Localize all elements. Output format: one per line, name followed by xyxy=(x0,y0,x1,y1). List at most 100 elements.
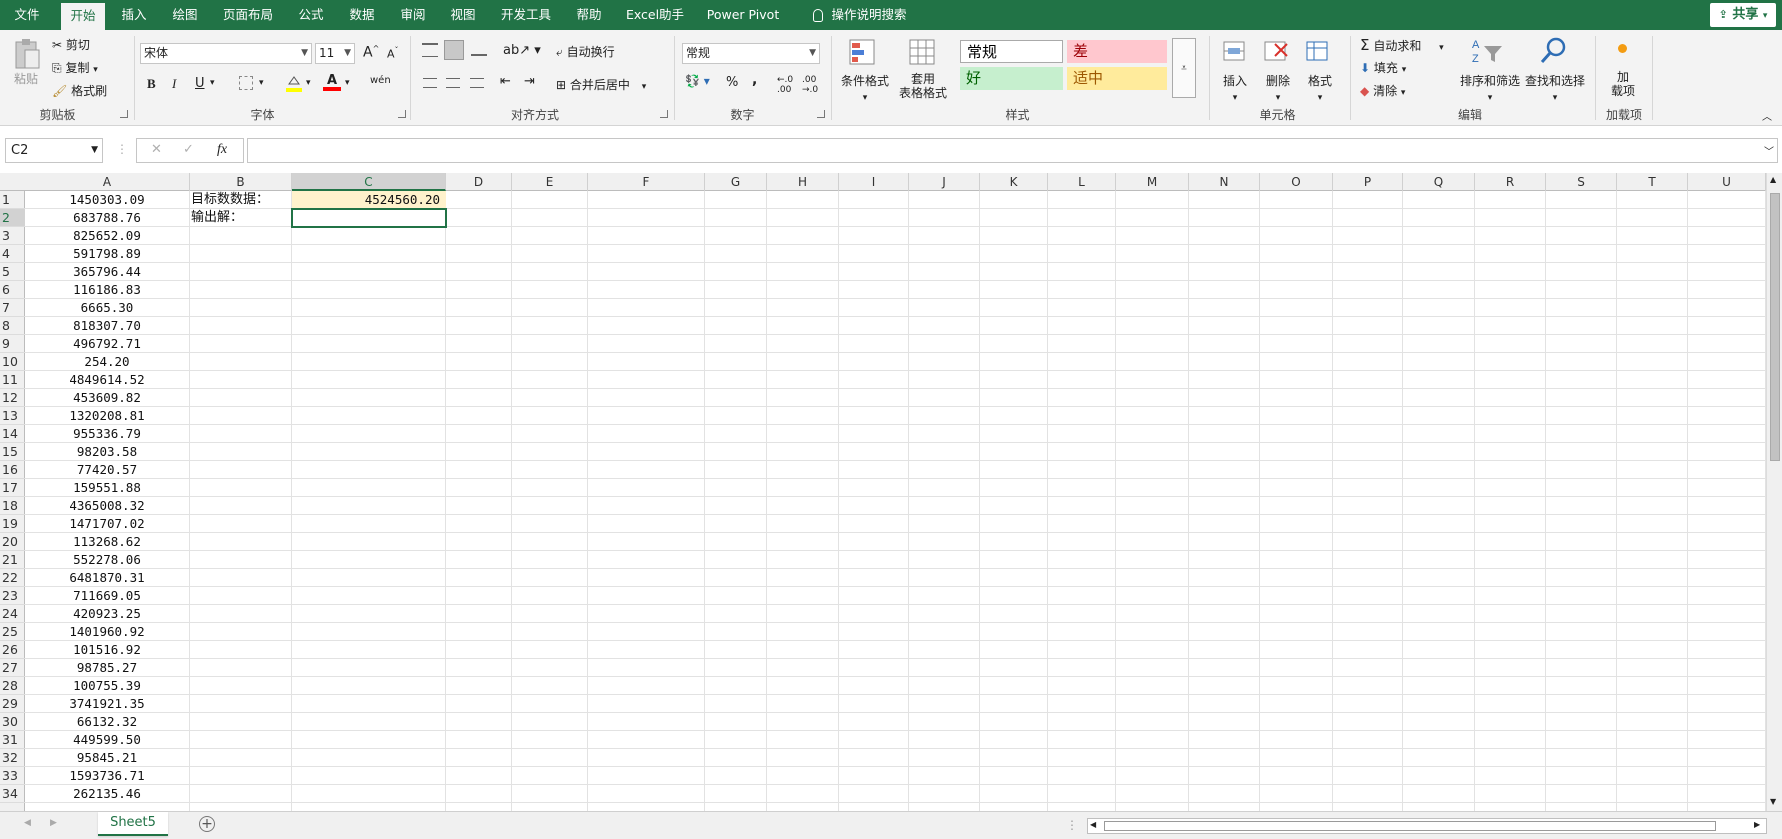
align-top-icon[interactable] xyxy=(422,43,438,57)
scroll-left-icon[interactable]: ◀ xyxy=(1090,820,1096,829)
row-header-28[interactable]: 28 xyxy=(0,677,25,695)
cell-A15[interactable]: 98203.58 xyxy=(25,443,189,461)
row-header-9[interactable]: 9 xyxy=(0,335,25,353)
row-header-20[interactable]: 20 xyxy=(0,533,25,551)
cell-A19[interactable]: 1471707.02 xyxy=(25,515,189,533)
row-header-26[interactable]: 26 xyxy=(0,641,25,659)
prev-sheet-icon[interactable]: ◀ xyxy=(24,818,31,828)
addin-icon[interactable] xyxy=(1618,44,1627,53)
cell-A2[interactable]: 683788.76 xyxy=(25,209,189,227)
increase-indent-icon[interactable]: ⇥ xyxy=(524,74,535,89)
find-select-button[interactable]: 查找和选择 ▾ xyxy=(1523,72,1587,103)
style-neutral[interactable]: 适中 xyxy=(1067,67,1167,90)
row-header-7[interactable]: 7 xyxy=(0,299,25,317)
row-header-17[interactable]: 17 xyxy=(0,479,25,497)
tab-developer[interactable]: 开发工具 xyxy=(494,0,558,30)
column-header-D[interactable]: D xyxy=(446,173,512,191)
tab-data[interactable]: 数据 xyxy=(343,0,381,30)
paste-button[interactable] xyxy=(12,38,42,72)
scroll-down-icon[interactable]: ▼ xyxy=(1770,797,1776,806)
cell-A7[interactable]: 6665.30 xyxy=(25,299,189,317)
column-header-K[interactable]: K xyxy=(980,173,1048,191)
font-launcher-icon[interactable] xyxy=(398,110,406,118)
tab-splitter[interactable]: ⋮ xyxy=(1066,818,1078,832)
name-box[interactable]: C2 ▼ xyxy=(5,138,103,163)
column-header-H[interactable]: H xyxy=(767,173,839,191)
format-cells-icon[interactable] xyxy=(1305,38,1331,69)
style-good[interactable]: 好 xyxy=(960,67,1063,90)
cell-A13[interactable]: 1320208.81 xyxy=(25,407,189,425)
percent-button[interactable]: % xyxy=(726,75,738,90)
row-header-5[interactable]: 5 xyxy=(0,263,25,281)
row-header-3[interactable]: 3 xyxy=(0,227,25,245)
wrap-text-button[interactable]: ⤶ 自动换行 xyxy=(556,43,615,60)
tab-draw[interactable]: 绘图 xyxy=(166,0,204,30)
delete-cells-icon[interactable] xyxy=(1263,38,1289,69)
italic-button[interactable]: I xyxy=(172,76,176,92)
cell-C1[interactable]: 4524560.20 xyxy=(292,191,444,209)
column-header-J[interactable]: J xyxy=(909,173,980,191)
cell-A33[interactable]: 1593736.71 xyxy=(25,767,189,785)
cell-B1[interactable]: 目标数数据： xyxy=(191,191,291,209)
cell-A8[interactable]: 818307.70 xyxy=(25,317,189,335)
cell-A26[interactable]: 101516.92 xyxy=(25,641,189,659)
row-header-25[interactable]: 25 xyxy=(0,623,25,641)
addins-button[interactable]: 加 载项 xyxy=(1610,70,1636,98)
column-header-U[interactable]: U xyxy=(1688,173,1766,191)
bold-button[interactable]: B xyxy=(147,76,156,92)
cell-B2[interactable]: 输出解： xyxy=(191,209,291,227)
autosum-button[interactable]: Σ 自动求和 ▾ xyxy=(1360,36,1444,54)
number-format-select[interactable]: 常规 ▼ xyxy=(682,43,820,64)
row-header-4[interactable]: 4 xyxy=(0,245,25,263)
column-header-M[interactable]: M xyxy=(1116,173,1189,191)
row-header-16[interactable]: 16 xyxy=(0,461,25,479)
row-header-29[interactable]: 29 xyxy=(0,695,25,713)
cell-A34[interactable]: 262135.46 xyxy=(25,785,189,803)
style-normal[interactable]: 常规 xyxy=(960,40,1063,63)
underline-button[interactable]: U xyxy=(195,76,205,91)
cell-A23[interactable]: 711669.05 xyxy=(25,587,189,605)
font-color-dropdown[interactable]: ▾ xyxy=(345,78,350,88)
cell-A22[interactable]: 6481870.31 xyxy=(25,569,189,587)
row-header-18[interactable]: 18 xyxy=(0,497,25,515)
row-header-11[interactable]: 11 xyxy=(0,371,25,389)
row-header-24[interactable]: 24 xyxy=(0,605,25,623)
cell-A12[interactable]: 453609.82 xyxy=(25,389,189,407)
tab-file[interactable]: 文件 xyxy=(8,0,46,30)
tab-home[interactable]: 开始 xyxy=(61,3,105,30)
shrink-font-button[interactable]: Aˇ xyxy=(387,46,399,61)
cell-A21[interactable]: 552278.06 xyxy=(25,551,189,569)
cell-A31[interactable]: 449599.50 xyxy=(25,731,189,749)
share-button[interactable]: ⇪ 共享 ▾ xyxy=(1710,3,1776,27)
format-painter-button[interactable]: 🖌 格式刷 xyxy=(52,82,107,99)
row-header-19[interactable]: 19 xyxy=(0,515,25,533)
row-header-34[interactable]: 34 xyxy=(0,785,25,803)
row-header-6[interactable]: 6 xyxy=(0,281,25,299)
insert-function-button[interactable]: fx xyxy=(217,142,227,158)
row-header-14[interactable]: 14 xyxy=(0,425,25,443)
collapse-ribbon-icon[interactable]: ︿ xyxy=(1762,108,1772,123)
vertical-scrollbar[interactable]: ▲ ▼ xyxy=(1766,173,1782,811)
sort-filter-icon[interactable]: AZ xyxy=(1470,36,1504,69)
align-bottom-icon[interactable] xyxy=(471,46,487,56)
row-header-15[interactable]: 15 xyxy=(0,443,25,461)
add-sheet-icon[interactable]: + xyxy=(199,816,215,832)
cell-A17[interactable]: 159551.88 xyxy=(25,479,189,497)
column-header-R[interactable]: R xyxy=(1475,173,1546,191)
tab-formulas[interactable]: 公式 xyxy=(292,0,330,30)
tab-power-pivot[interactable]: Power Pivot xyxy=(702,0,784,30)
row-header-1[interactable]: 1 xyxy=(0,191,25,209)
format-as-table-icon[interactable] xyxy=(908,38,938,71)
font-name-select[interactable]: 宋体 ▼ xyxy=(140,43,312,64)
comma-button[interactable]: , xyxy=(752,72,757,88)
style-bad[interactable]: 差 xyxy=(1067,40,1167,63)
format-as-table-button[interactable]: 套用 表格格式 xyxy=(892,72,954,100)
row-header-2[interactable]: 2 xyxy=(0,209,25,227)
column-header-Q[interactable]: Q xyxy=(1403,173,1475,191)
sheet-tab-active[interactable]: Sheet5 xyxy=(98,812,168,836)
cell-A3[interactable]: 825652.09 xyxy=(25,227,189,245)
underline-dropdown[interactable]: ▾ xyxy=(210,78,215,88)
row-header-23[interactable]: 23 xyxy=(0,587,25,605)
orientation-button[interactable]: ab↗ ▾ xyxy=(503,43,541,58)
cell-A5[interactable]: 365796.44 xyxy=(25,263,189,281)
